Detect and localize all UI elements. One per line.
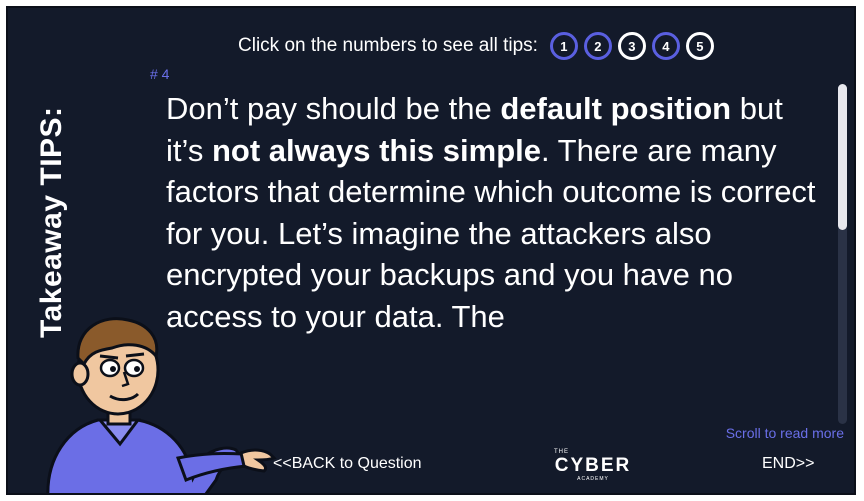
presenter-character-icon: [46, 317, 277, 493]
tip-number-button-1[interactable]: 1: [549, 32, 578, 60]
tip-text-part: Don’t pay should be the: [166, 91, 501, 126]
tip-number-button-5[interactable]: 5: [685, 32, 714, 60]
tip-scrollbar[interactable]: [838, 84, 847, 424]
takeaway-tips-title: Takeaway TIPS:: [35, 106, 68, 338]
tip-text-emphasis: default position: [500, 91, 732, 126]
tip-text-emphasis: not always this simple: [211, 132, 541, 168]
end-button[interactable]: END>>: [762, 455, 814, 473]
tips-navigation-label: Click on the numbers to see all tips:: [238, 35, 538, 56]
logo-bottom-text: ACADEMY: [577, 476, 609, 482]
logo-main-text: CYBER: [554, 455, 632, 476]
tip-number-label: # 4: [150, 66, 170, 82]
tips-navigation: Click on the numbers to see all tips: 1 …: [238, 32, 714, 60]
tips-panel: Takeaway TIPS: Click on the numbers to s…: [6, 6, 856, 495]
scrollbar-thumb[interactable]: [838, 84, 847, 230]
tip-number-button-4[interactable]: 4: [651, 32, 680, 60]
tip-number-button-2[interactable]: 2: [583, 32, 612, 60]
back-to-question-button[interactable]: <<BACK to Question: [273, 455, 422, 473]
scroll-hint: Scroll to read more: [725, 425, 844, 441]
tip-number-button-3[interactable]: 3: [617, 32, 646, 60]
cyber-academy-logo: THE CYBER ACADEMY: [548, 448, 638, 482]
